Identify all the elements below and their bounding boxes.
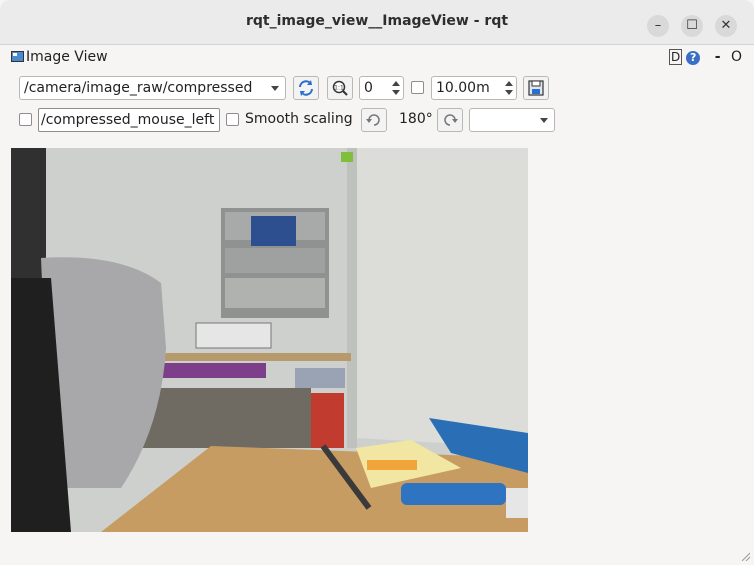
dock-float-button[interactable]: O	[731, 49, 742, 65]
chevron-down-icon	[271, 86, 279, 91]
dock-d-button[interactable]: D	[669, 49, 683, 65]
zoom-fit-icon: 1:1	[332, 80, 348, 96]
rotate-right-button[interactable]	[437, 108, 463, 132]
color-scheme-combobox[interactable]	[469, 108, 555, 132]
mouse-topic-value: /compressed_mouse_left	[41, 112, 215, 128]
help-icon[interactable]: ?	[686, 51, 701, 65]
smooth-scaling-label: Smooth scaling	[245, 111, 353, 127]
minimize-icon: –	[654, 18, 662, 33]
max-range-checkbox[interactable]	[411, 81, 424, 94]
topic-combobox[interactable]: /camera/image_raw/compressed	[19, 76, 286, 100]
close-icon: ✕	[720, 18, 732, 33]
rotate-left-button[interactable]	[361, 108, 387, 132]
chevron-down-icon	[540, 118, 548, 123]
max-range-spinbox[interactable]: 10.00m	[431, 76, 517, 100]
publish-mouse-checkbox[interactable]	[19, 113, 32, 126]
image-view-icon	[11, 51, 24, 62]
maximize-icon: ☐	[686, 18, 698, 33]
rotate-left-icon	[366, 114, 380, 126]
refresh-icon	[299, 80, 313, 96]
close-button[interactable]: ✕	[715, 15, 737, 37]
frame-spinbox-value: 0	[364, 80, 373, 96]
save-image-button[interactable]	[523, 76, 549, 100]
save-icon	[528, 80, 544, 96]
dock-title: Image View	[26, 49, 108, 65]
dock-widget-header: Image View D? - O	[0, 46, 754, 70]
refresh-topics-button[interactable]	[293, 76, 319, 100]
minimize-button[interactable]: –	[647, 15, 669, 37]
spin-up-icon[interactable]	[505, 81, 513, 86]
dock-controls: D? - O	[665, 49, 742, 65]
smooth-scaling-checkbox[interactable]	[226, 113, 239, 126]
zoom-fit-button[interactable]: 1:1	[327, 76, 353, 100]
mouse-topic-input[interactable]: /compressed_mouse_left	[38, 108, 220, 132]
camera-image-picture	[11, 148, 528, 532]
max-range-value: 10.00m	[436, 80, 490, 96]
camera-image[interactable]	[11, 148, 528, 532]
spin-down-icon[interactable]	[505, 90, 513, 95]
rotation-label: 180°	[399, 111, 433, 127]
dock-minimize-button[interactable]: -	[715, 49, 721, 65]
topic-combobox-value: /camera/image_raw/compressed	[24, 80, 253, 96]
svg-text:1:1: 1:1	[334, 85, 344, 92]
resize-grip-icon[interactable]	[740, 551, 750, 561]
frame-spinbox[interactable]: 0	[359, 76, 404, 100]
window-titlebar: rqt_image_view__ImageView - rqt – ☐ ✕	[0, 0, 754, 45]
spin-up-icon[interactable]	[392, 81, 400, 86]
rotate-right-icon	[444, 114, 458, 126]
spin-down-icon[interactable]	[392, 90, 400, 95]
window-title: rqt_image_view__ImageView - rqt	[245, 13, 509, 29]
maximize-button[interactable]: ☐	[681, 15, 703, 37]
